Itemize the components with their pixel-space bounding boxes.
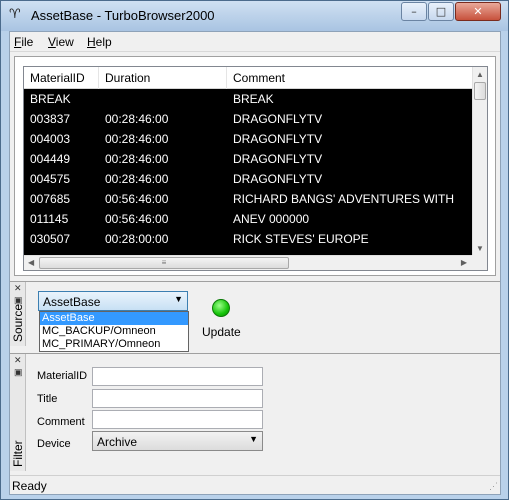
- close-panel-icon[interactable]: ✕: [14, 283, 22, 294]
- cell-duration: 00:28:46:00: [105, 152, 169, 166]
- comment-field[interactable]: [92, 410, 263, 429]
- cell-comment: DRAGONFLYTV: [233, 152, 323, 166]
- cell-comment: DRAGONFLYTV: [233, 132, 323, 146]
- maximize-button[interactable]: □: [428, 2, 454, 21]
- source-select-value: AssetBase: [43, 295, 101, 309]
- cell-materialid: BREAK: [30, 92, 71, 106]
- cell-comment: DRAGONFLYTV: [233, 112, 323, 126]
- filter-tab-label: Filter: [11, 440, 25, 467]
- grid-header: MaterialID Duration Comment: [24, 67, 474, 89]
- cell-duration: 00:28:46:00: [105, 172, 169, 186]
- dropdown-option[interactable]: MC_BACKUP/Omneon: [40, 325, 188, 338]
- source-dropdown-list: AssetBase MC_BACKUP/Omneon MC_PRIMARY/Om…: [39, 311, 189, 352]
- source-select[interactable]: AssetBase ▼: [38, 291, 188, 311]
- close-icon: ✕: [473, 5, 483, 18]
- table-row[interactable]: 004575 00:28:46:00 DRAGONFLYTV: [24, 169, 474, 189]
- cell-materialid: 007685: [30, 192, 71, 206]
- menu-bar: File View Help: [10, 32, 500, 52]
- table-row[interactable]: 004003 00:28:46:00 DRAGONFLYTV: [24, 129, 474, 149]
- cell-comment: RICHARD BANGS' ADVENTURES WITH: [233, 192, 454, 206]
- menu-help[interactable]: Help: [87, 35, 112, 49]
- cell-materialid: 004575: [30, 172, 71, 186]
- cell-comment: RICK STEVES' EUROPE: [233, 232, 369, 246]
- comment-label: Comment: [37, 416, 85, 428]
- cell-duration: 00:56:46:00: [105, 192, 169, 206]
- filter-panel: ✕ ▣ Filter MaterialID Title Comment Devi…: [10, 353, 500, 471]
- client-area: File View Help MaterialID Duration Comme…: [9, 31, 501, 495]
- cell-materialid: 011145: [30, 212, 69, 226]
- app-glyph-icon: ♈: [9, 7, 21, 22]
- cell-materialid: 004003: [30, 132, 71, 146]
- cell-duration: 00:28:00:00: [105, 232, 169, 246]
- title-label: Title: [37, 393, 58, 405]
- resize-grip-icon[interactable]: ⋰: [489, 481, 498, 492]
- cell-comment: BREAK: [233, 92, 274, 106]
- status-text: Ready: [12, 479, 47, 493]
- chevron-down-icon: ▼: [174, 294, 183, 304]
- maximize-icon: □: [435, 5, 447, 18]
- cell-materialid: 003837: [30, 112, 71, 126]
- menu-view[interactable]: View: [48, 35, 74, 49]
- materialid-label: MaterialID: [37, 370, 88, 382]
- results-panel: MaterialID Duration Comment BREAK BREAK …: [14, 56, 496, 276]
- materialid-field[interactable]: [92, 367, 263, 386]
- menu-file[interactable]: File: [14, 35, 33, 49]
- device-select[interactable]: Archive ▼: [92, 431, 263, 451]
- vertical-scrollbar[interactable]: ▲ ▼: [472, 67, 487, 255]
- minimize-button[interactable]: –: [401, 2, 427, 21]
- cell-materialid: 030507: [30, 232, 71, 246]
- status-indicator-icon: [212, 299, 230, 317]
- vertical-scroll-thumb[interactable]: [474, 82, 486, 100]
- table-row[interactable]: 030507 00:28:00:00 RICK STEVES' EUROPE: [24, 229, 474, 249]
- close-button[interactable]: ✕: [455, 2, 501, 21]
- title-bar[interactable]: ♈ AssetBase - TurboBrowser2000 – □ ✕: [1, 1, 508, 31]
- scroll-corner: [472, 255, 487, 270]
- device-label: Device: [37, 438, 71, 450]
- status-bar: Ready ⋰: [10, 475, 500, 494]
- table-row[interactable]: 011145 00:56:46:00 ANEV 000000: [24, 209, 474, 229]
- grid-rows: BREAK BREAK 003837 00:28:46:00 DRAGONFLY…: [24, 89, 474, 249]
- dropdown-option[interactable]: MC_PRIMARY/Omneon: [40, 338, 188, 351]
- filter-side-tab[interactable]: ✕ ▣ Filter: [10, 354, 26, 471]
- column-header-comment[interactable]: Comment: [227, 67, 474, 89]
- source-panel: ✕ ▣ Source AssetBase ▼ AssetBase MC_BACK…: [10, 281, 500, 352]
- scroll-right-icon[interactable]: ▶: [461, 258, 467, 267]
- minimize-icon: –: [411, 5, 417, 18]
- results-grid[interactable]: MaterialID Duration Comment BREAK BREAK …: [23, 66, 488, 271]
- horizontal-scrollbar[interactable]: ◀ ≡ ▶: [24, 255, 487, 270]
- scroll-up-icon[interactable]: ▲: [476, 70, 484, 79]
- cell-comment: DRAGONFLYTV: [233, 172, 323, 186]
- horizontal-scroll-thumb[interactable]: ≡: [39, 257, 289, 269]
- scroll-down-icon[interactable]: ▼: [476, 244, 484, 253]
- pin-icon[interactable]: ▣: [14, 367, 23, 378]
- chevron-down-icon: ▼: [249, 434, 258, 444]
- cell-duration: 00:28:46:00: [105, 112, 169, 126]
- cell-duration: 00:56:46:00: [105, 212, 169, 226]
- app-window: ♈ AssetBase - TurboBrowser2000 – □ ✕ Fil…: [0, 0, 509, 500]
- table-row[interactable]: 003837 00:28:46:00 DRAGONFLYTV: [24, 109, 474, 129]
- column-header-materialid[interactable]: MaterialID: [24, 67, 99, 89]
- close-panel-icon[interactable]: ✕: [14, 355, 22, 366]
- table-row[interactable]: 004449 00:28:46:00 DRAGONFLYTV: [24, 149, 474, 169]
- cell-duration: 00:28:46:00: [105, 132, 169, 146]
- update-button[interactable]: Update: [202, 325, 241, 339]
- title-field[interactable]: [92, 389, 263, 408]
- cell-comment: ANEV 000000: [233, 212, 310, 226]
- table-row[interactable]: 007685 00:56:46:00 RICHARD BANGS' ADVENT…: [24, 189, 474, 209]
- scroll-left-icon[interactable]: ◀: [28, 258, 34, 267]
- dropdown-option[interactable]: AssetBase: [40, 312, 188, 325]
- table-row[interactable]: BREAK BREAK: [24, 89, 474, 109]
- source-tab-label: Source: [11, 303, 25, 342]
- device-select-value: Archive: [97, 435, 138, 449]
- window-title: AssetBase - TurboBrowser2000: [31, 8, 215, 23]
- cell-materialid: 004449: [30, 152, 71, 166]
- source-side-tab[interactable]: ✕ ▣ Source: [10, 282, 26, 346]
- column-header-duration[interactable]: Duration: [99, 67, 227, 89]
